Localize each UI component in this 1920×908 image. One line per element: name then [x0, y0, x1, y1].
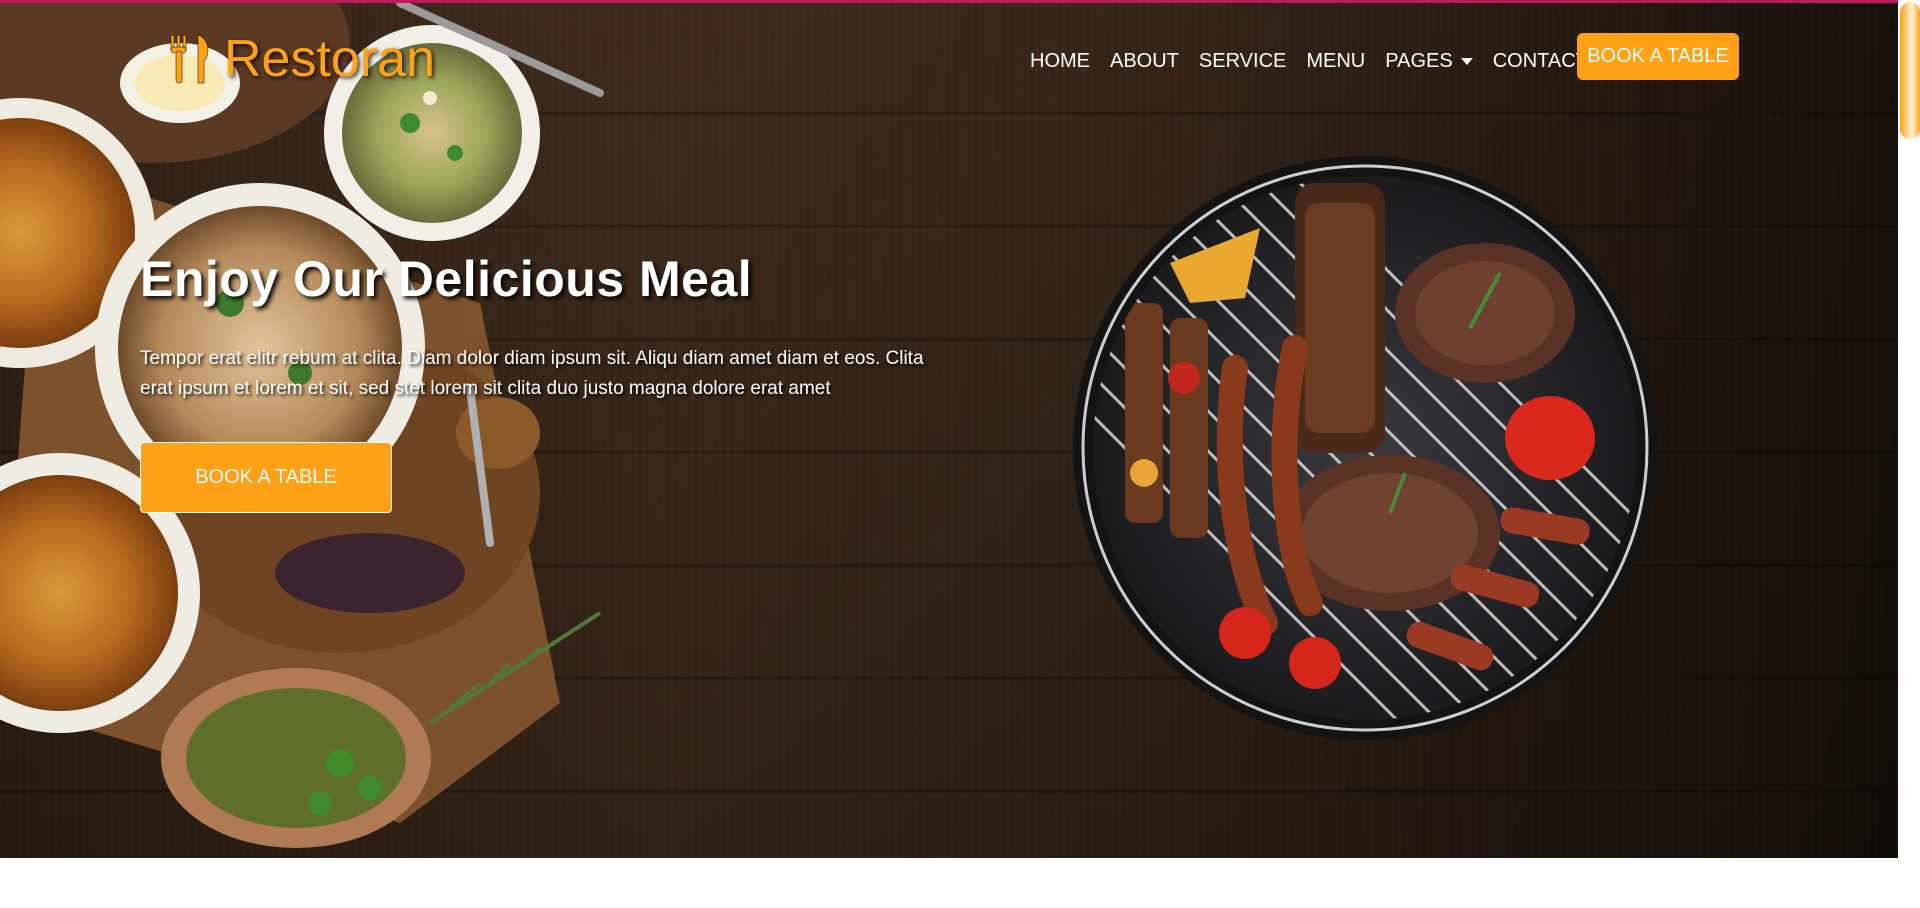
food-platter-image: [0, 3, 640, 858]
hero-description: Tempor erat elitr rebum at clita. Diam d…: [140, 348, 924, 399]
hero-book-table-button[interactable]: BOOK A TABLE: [140, 442, 392, 513]
nav-item-menu[interactable]: MENU: [1296, 43, 1375, 79]
hero-section: [0, 3, 1898, 858]
nav-item-home[interactable]: HOME: [1020, 43, 1100, 79]
hero-title: Enjoy Our Delicious Meal: [140, 251, 753, 307]
brand-logo-link[interactable]: Restoran: [168, 33, 435, 85]
utensils-icon: [170, 34, 209, 84]
brand-name: Restoran: [224, 30, 435, 88]
scrollbar-thumb[interactable]: [1900, 2, 1920, 139]
nav-item-pages-label: PAGES: [1385, 50, 1453, 72]
caret-down-icon: [1460, 58, 1473, 66]
bbq-grill-image: [1073, 156, 1657, 740]
nav-item-about[interactable]: ABOUT: [1100, 43, 1189, 79]
nav-item-pages-dropdown[interactable]: PAGES: [1375, 43, 1482, 79]
nav-book-table-button[interactable]: BOOK A TABLE: [1577, 33, 1739, 80]
nav-menu: HOME ABOUT SERVICE MENU PAGES CONTACT: [1020, 43, 1598, 79]
main-navbar: Restoran HOME ABOUT SERVICE MENU PAGES C…: [0, 3, 1898, 113]
nav-item-service[interactable]: SERVICE: [1189, 43, 1296, 79]
